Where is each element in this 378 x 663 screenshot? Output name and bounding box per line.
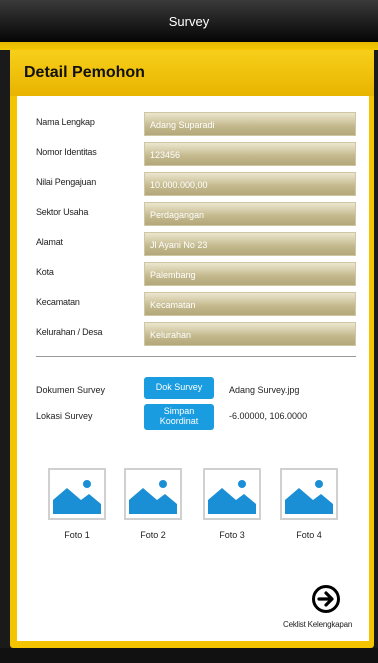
field-label: Nomor Identitas — [36, 147, 97, 157]
dok-survey-button[interactable]: Dok Survey — [144, 377, 214, 399]
nilai-pengajuan-field[interactable]: 10.000.000,00 — [144, 172, 356, 196]
title-bar: Survey — [0, 0, 378, 42]
nomor-identitas-field[interactable]: 123456 — [144, 142, 356, 166]
divider — [36, 356, 356, 357]
lokasi-survey-value: -6.00000, 106.0000 — [229, 411, 308, 421]
photo-label-1: Foto 1 — [64, 530, 90, 540]
image-placeholder-icon — [285, 474, 333, 514]
photo-label-3: Foto 3 — [219, 530, 245, 540]
dokumen-survey-value: Adang Survey.jpg — [229, 385, 300, 395]
field-row-sektor: Sektor Usaha Perdagangan — [36, 202, 356, 228]
field-label: Nilai Pengajuan — [36, 177, 97, 187]
image-placeholder-icon — [53, 474, 101, 514]
image-placeholder-icon — [129, 474, 177, 514]
photo-slot-3[interactable] — [203, 468, 261, 520]
sektor-usaha-field[interactable]: Perdagangan — [144, 202, 356, 226]
dokumen-survey-label: Dokumen Survey — [36, 385, 106, 395]
arrow-right-circle-icon — [312, 585, 340, 613]
section-title: Detail Pemohon — [24, 64, 145, 81]
simpan-koordinat-button[interactable]: Simpan Koordinat — [144, 404, 214, 430]
field-label: Kota — [36, 267, 54, 277]
photo-slot-2[interactable] — [124, 468, 182, 520]
checklist-next-button[interactable] — [311, 584, 341, 614]
accent-bar — [0, 42, 378, 50]
image-placeholder-icon — [208, 474, 256, 514]
page-title: Survey — [168, 13, 210, 29]
bottom-bar — [0, 648, 378, 663]
photo-slot-1[interactable] — [48, 468, 106, 520]
section-header: Detail Pemohon — [10, 50, 374, 96]
kota-field[interactable]: Palembang — [144, 262, 356, 286]
photo-label-4: Foto 4 — [296, 530, 322, 540]
field-row-identitas: Nomor Identitas 123456 — [36, 142, 356, 168]
field-row-kota: Kota Palembang — [36, 262, 356, 288]
field-label: Alamat — [36, 237, 63, 247]
field-row-nilai: Nilai Pengajuan 10.000.000,00 — [36, 172, 356, 198]
field-row-kecamatan: Kecamatan Kecamatan — [36, 292, 356, 318]
photo-label-2: Foto 2 — [140, 530, 166, 540]
alamat-field[interactable]: Jl Ayani No 23 — [144, 232, 356, 256]
nama-lengkap-field[interactable]: Adang Suparadi — [144, 112, 356, 136]
checklist-next-label[interactable]: Ceklist Kelengkapan — [283, 620, 352, 629]
field-row-alamat: Alamat Jl Ayani No 23 — [36, 232, 356, 258]
photo-slot-4[interactable] — [280, 468, 338, 520]
lokasi-survey-label: Lokasi Survey — [36, 411, 93, 421]
field-label: Sektor Usaha — [36, 207, 89, 217]
field-row-kelurahan: Kelurahan / Desa Kelurahan — [36, 322, 356, 348]
field-label: Nama Lengkap — [36, 117, 95, 127]
kecamatan-field[interactable]: Kecamatan — [144, 292, 356, 316]
field-row-nama: Nama Lengkap Adang Suparadi — [36, 112, 356, 138]
field-label: Kecamatan — [36, 297, 80, 307]
kelurahan-field[interactable]: Kelurahan — [144, 322, 356, 346]
field-label: Kelurahan / Desa — [36, 327, 103, 337]
